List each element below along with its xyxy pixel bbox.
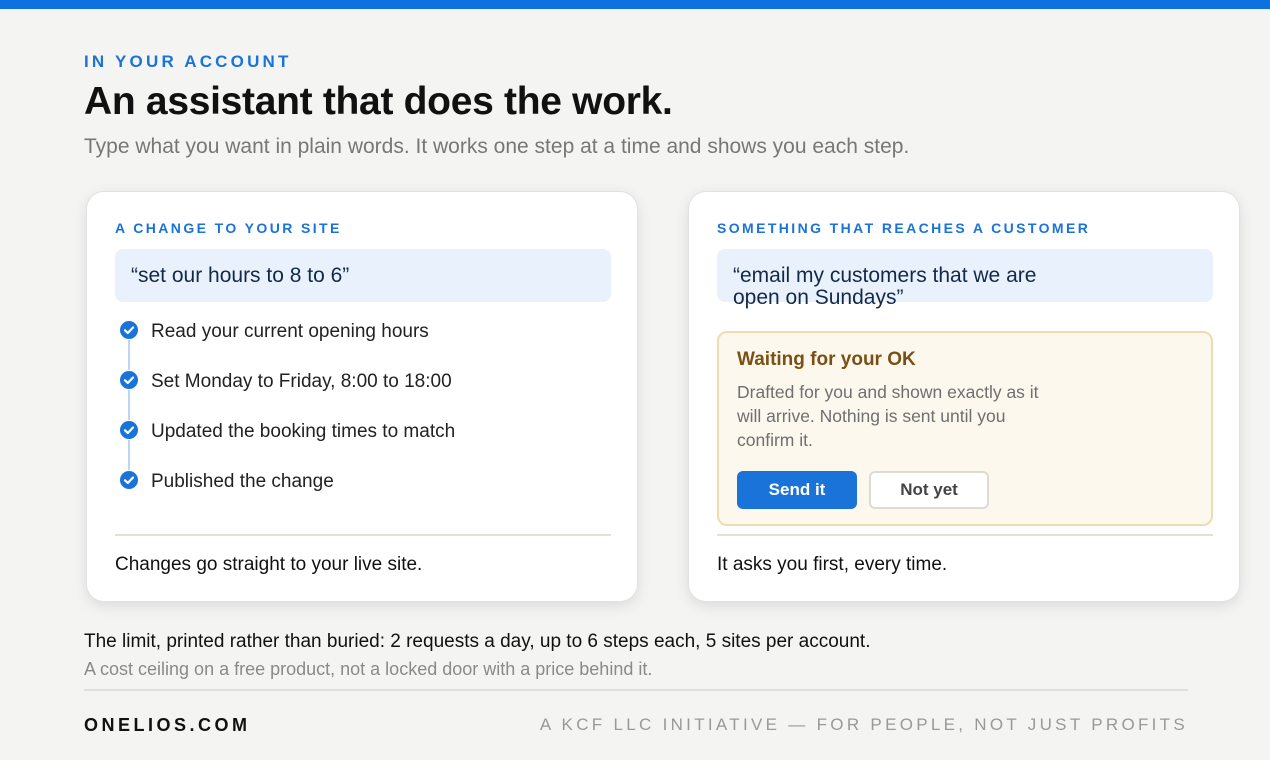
approval-title: Waiting for your OK: [737, 349, 916, 370]
step-item: Set Monday to Friday, 8:00 to 18:00: [115, 370, 611, 420]
card-divider: [717, 534, 1213, 536]
check-circle-icon: [120, 371, 138, 389]
section-eyebrow: IN YOUR ACCOUNT: [84, 52, 292, 71]
page-subtitle: Type what you want in plain words. It wo…: [84, 135, 910, 158]
step-item: Updated the booking times to match: [115, 420, 611, 470]
prompt-bubble: “set our hours to 8 to 6”: [115, 249, 611, 302]
site-change-card: A CHANGE TO YOUR SITE “set our hours to …: [86, 191, 638, 602]
step-item: Published the change: [115, 470, 611, 520]
step-connector: [128, 390, 130, 420]
card-footer-note: It asks you first, every time.: [717, 554, 948, 575]
step-label: Updated the booking times to match: [151, 421, 456, 442]
usage-limit-subtext: A cost ceiling on a free product, not a …: [84, 659, 653, 679]
prompt-text-line: open on Sundays”: [733, 286, 904, 309]
prompt-bubble: “email my customers that we are open on …: [717, 249, 1213, 309]
prompt-text-line: “email my customers that we are: [733, 264, 1037, 287]
card-footer-note: Changes go straight to your live site.: [115, 554, 423, 575]
step-item: Read your current opening hours: [115, 320, 611, 370]
step-label: Set Monday to Friday, 8:00 to 18:00: [151, 371, 452, 392]
customer-email-card: SOMETHING THAT REACHES A CUSTOMER “email…: [688, 191, 1240, 602]
step-connector: [128, 440, 130, 470]
footer-divider: [84, 689, 1188, 691]
check-circle-icon: [120, 421, 138, 439]
brand-domain: ONELIOS.COM: [84, 715, 251, 735]
step-list: Read your current opening hours Set Mond…: [115, 320, 611, 520]
card-label: A CHANGE TO YOUR SITE: [115, 220, 342, 236]
prompt-text: “set our hours to 8 to 6”: [131, 263, 350, 287]
footer-tagline: A KCF LLC INITIATIVE — FOR PEOPLE, NOT J…: [539, 715, 1188, 734]
card-divider: [115, 534, 611, 536]
check-circle-icon: [120, 471, 138, 489]
step-label: Published the change: [151, 471, 334, 492]
step-label: Read your current opening hours: [151, 321, 429, 342]
top-accent-bar: [0, 0, 1270, 9]
card-label: SOMETHING THAT REACHES A CUSTOMER: [717, 220, 1091, 236]
not-yet-button[interactable]: Not yet: [869, 471, 989, 509]
page-title: An assistant that does the work.: [84, 80, 673, 123]
check-circle-icon: [120, 321, 138, 339]
approval-description: Drafted for you and shown exactly as it …: [737, 382, 1039, 450]
send-it-button[interactable]: Send it: [737, 471, 857, 509]
approval-panel: Waiting for your OK Drafted for you and …: [717, 331, 1213, 526]
usage-limit-text: The limit, printed rather than buried: 2…: [84, 631, 871, 652]
step-connector: [128, 340, 130, 370]
